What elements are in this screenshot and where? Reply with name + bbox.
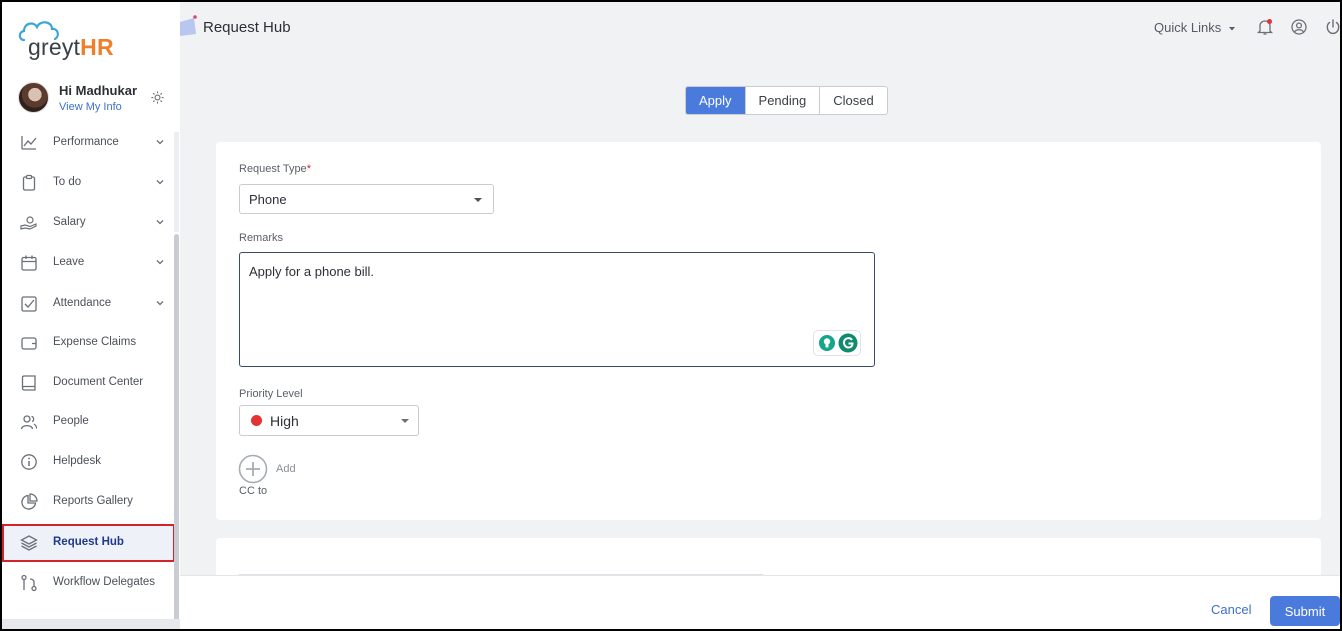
info-icon bbox=[21, 454, 37, 470]
power-icon[interactable] bbox=[1324, 18, 1340, 36]
chevron-down-icon bbox=[474, 198, 482, 202]
sidebar-item-label: Performance bbox=[53, 136, 119, 148]
tab-closed[interactable]: Closed bbox=[819, 87, 886, 114]
add-cc-icon[interactable] bbox=[238, 454, 268, 484]
page-title-decoration-icon bbox=[180, 15, 197, 36]
chevron-down-icon bbox=[401, 419, 409, 423]
request-type-label: Request Type* bbox=[239, 163, 311, 175]
sidebar-item-label: Salary bbox=[53, 216, 86, 228]
grammarly-widget[interactable] bbox=[813, 330, 861, 356]
chevron-down-icon[interactable] bbox=[155, 217, 165, 227]
request-type-value: Phone bbox=[249, 192, 287, 207]
sidebar-item-salary[interactable]: Salary bbox=[2, 204, 176, 242]
user-greeting: Hi Madhukar bbox=[59, 83, 138, 98]
workflow-icon bbox=[21, 574, 37, 592]
chevron-down-icon[interactable] bbox=[155, 298, 165, 308]
remarks-textarea[interactable]: Apply for a phone bill. bbox=[239, 252, 875, 367]
chevron-down-icon[interactable] bbox=[1228, 26, 1236, 32]
cc-to-label: CC to bbox=[239, 485, 268, 497]
request-tabs: Apply Pending Closed bbox=[685, 86, 888, 115]
remarks-value: Apply for a phone bill. bbox=[249, 264, 375, 279]
request-form-card: Request Type* Phone Remarks Apply for a … bbox=[216, 142, 1321, 520]
wallet-icon bbox=[21, 337, 37, 350]
sidebar-item-label: Document Center bbox=[53, 376, 144, 388]
chart-line-icon bbox=[21, 136, 37, 150]
sidebar-item-document-center[interactable]: Document Center bbox=[2, 364, 176, 402]
layers-icon bbox=[20, 535, 38, 551]
cancel-button[interactable]: Cancel bbox=[1211, 602, 1251, 617]
clipboard-icon bbox=[22, 174, 36, 191]
sidebar-scroll-track bbox=[174, 132, 179, 232]
sidebar-item-label: People bbox=[53, 415, 89, 427]
bell-icon[interactable] bbox=[1256, 18, 1274, 36]
profile-switch-icon[interactable] bbox=[1290, 18, 1308, 36]
tab-pending[interactable]: Pending bbox=[744, 87, 820, 114]
top-bar: Request Hub Quick Links bbox=[180, 2, 1340, 58]
gear-icon[interactable] bbox=[150, 90, 165, 105]
sidebar-item-to-do[interactable]: To do bbox=[2, 164, 176, 202]
sidebar-item-label: Attendance bbox=[53, 297, 112, 309]
sidebar-item-performance[interactable]: Performance bbox=[2, 124, 176, 162]
add-cc-label[interactable]: Add bbox=[276, 463, 296, 475]
greythr-logo[interactable]: greytHR bbox=[18, 18, 128, 64]
page-title: Request Hub bbox=[203, 19, 291, 36]
hand-money-icon bbox=[20, 216, 37, 230]
sidebar-item-label: Request Hub bbox=[53, 536, 124, 548]
sidebar: greytHR Hi Madhukar View My Info Perform… bbox=[2, 2, 180, 629]
priority-level-label: Priority Level bbox=[239, 388, 303, 400]
sidebar-item-label: Leave bbox=[53, 256, 85, 268]
user-profile: Hi Madhukar View My Info bbox=[18, 82, 178, 118]
sidebar-item-expense-claims[interactable]: Expense Claims bbox=[2, 324, 176, 362]
required-marker: * bbox=[306, 163, 311, 175]
chevron-down-icon[interactable] bbox=[155, 137, 165, 147]
priority-status-dot bbox=[251, 415, 262, 426]
pie-chart-icon bbox=[21, 493, 38, 510]
lightbulb-icon[interactable] bbox=[818, 334, 836, 352]
chevron-down-icon[interactable] bbox=[155, 257, 165, 267]
form-footer: Cancel Submit bbox=[180, 575, 1340, 629]
view-my-info-link[interactable]: View My Info bbox=[59, 101, 122, 113]
logo-text: greytHR bbox=[28, 34, 114, 60]
sidebar-item-reports-gallery[interactable]: Reports Gallery bbox=[2, 483, 176, 521]
priority-level-select[interactable]: High bbox=[239, 405, 419, 436]
sidebar-item-workflow-delegates[interactable]: Workflow Delegates bbox=[2, 564, 176, 602]
submit-button[interactable]: Submit bbox=[1270, 596, 1340, 626]
sidebar-item-label: Reports Gallery bbox=[53, 495, 133, 507]
sidebar-item-attendance[interactable]: Attendance bbox=[2, 285, 176, 323]
chevron-down-icon[interactable] bbox=[155, 177, 165, 187]
people-icon bbox=[20, 415, 38, 430]
book-icon bbox=[21, 375, 36, 391]
sidebar-item-leave[interactable]: Leave bbox=[2, 244, 176, 282]
sidebar-item-people[interactable]: People bbox=[2, 403, 176, 441]
remarks-label: Remarks bbox=[239, 232, 284, 244]
request-type-select[interactable]: Phone bbox=[239, 184, 494, 214]
priority-value: High bbox=[270, 413, 299, 429]
grammarly-icon[interactable] bbox=[838, 333, 858, 353]
sidebar-item-label: Helpdesk bbox=[53, 455, 101, 467]
app-window: greytHR Hi Madhukar View My Info Perform… bbox=[2, 2, 1340, 629]
sidebar-item-label: Expense Claims bbox=[53, 336, 137, 348]
quick-links-menu[interactable]: Quick Links bbox=[1154, 20, 1221, 35]
calendar-icon bbox=[21, 255, 37, 271]
sidebar-item-helpdesk[interactable]: Helpdesk bbox=[2, 443, 176, 481]
sidebar-scrollbar[interactable] bbox=[174, 234, 179, 629]
sidebar-item-label: Workflow Delegates bbox=[53, 576, 156, 588]
avatar[interactable] bbox=[18, 82, 49, 113]
checkbox-icon bbox=[21, 296, 37, 312]
tab-apply[interactable]: Apply bbox=[686, 87, 745, 114]
sidebar-item-label: To do bbox=[53, 176, 82, 188]
sidebar-item-request-hub[interactable]: Request Hub bbox=[2, 524, 175, 562]
